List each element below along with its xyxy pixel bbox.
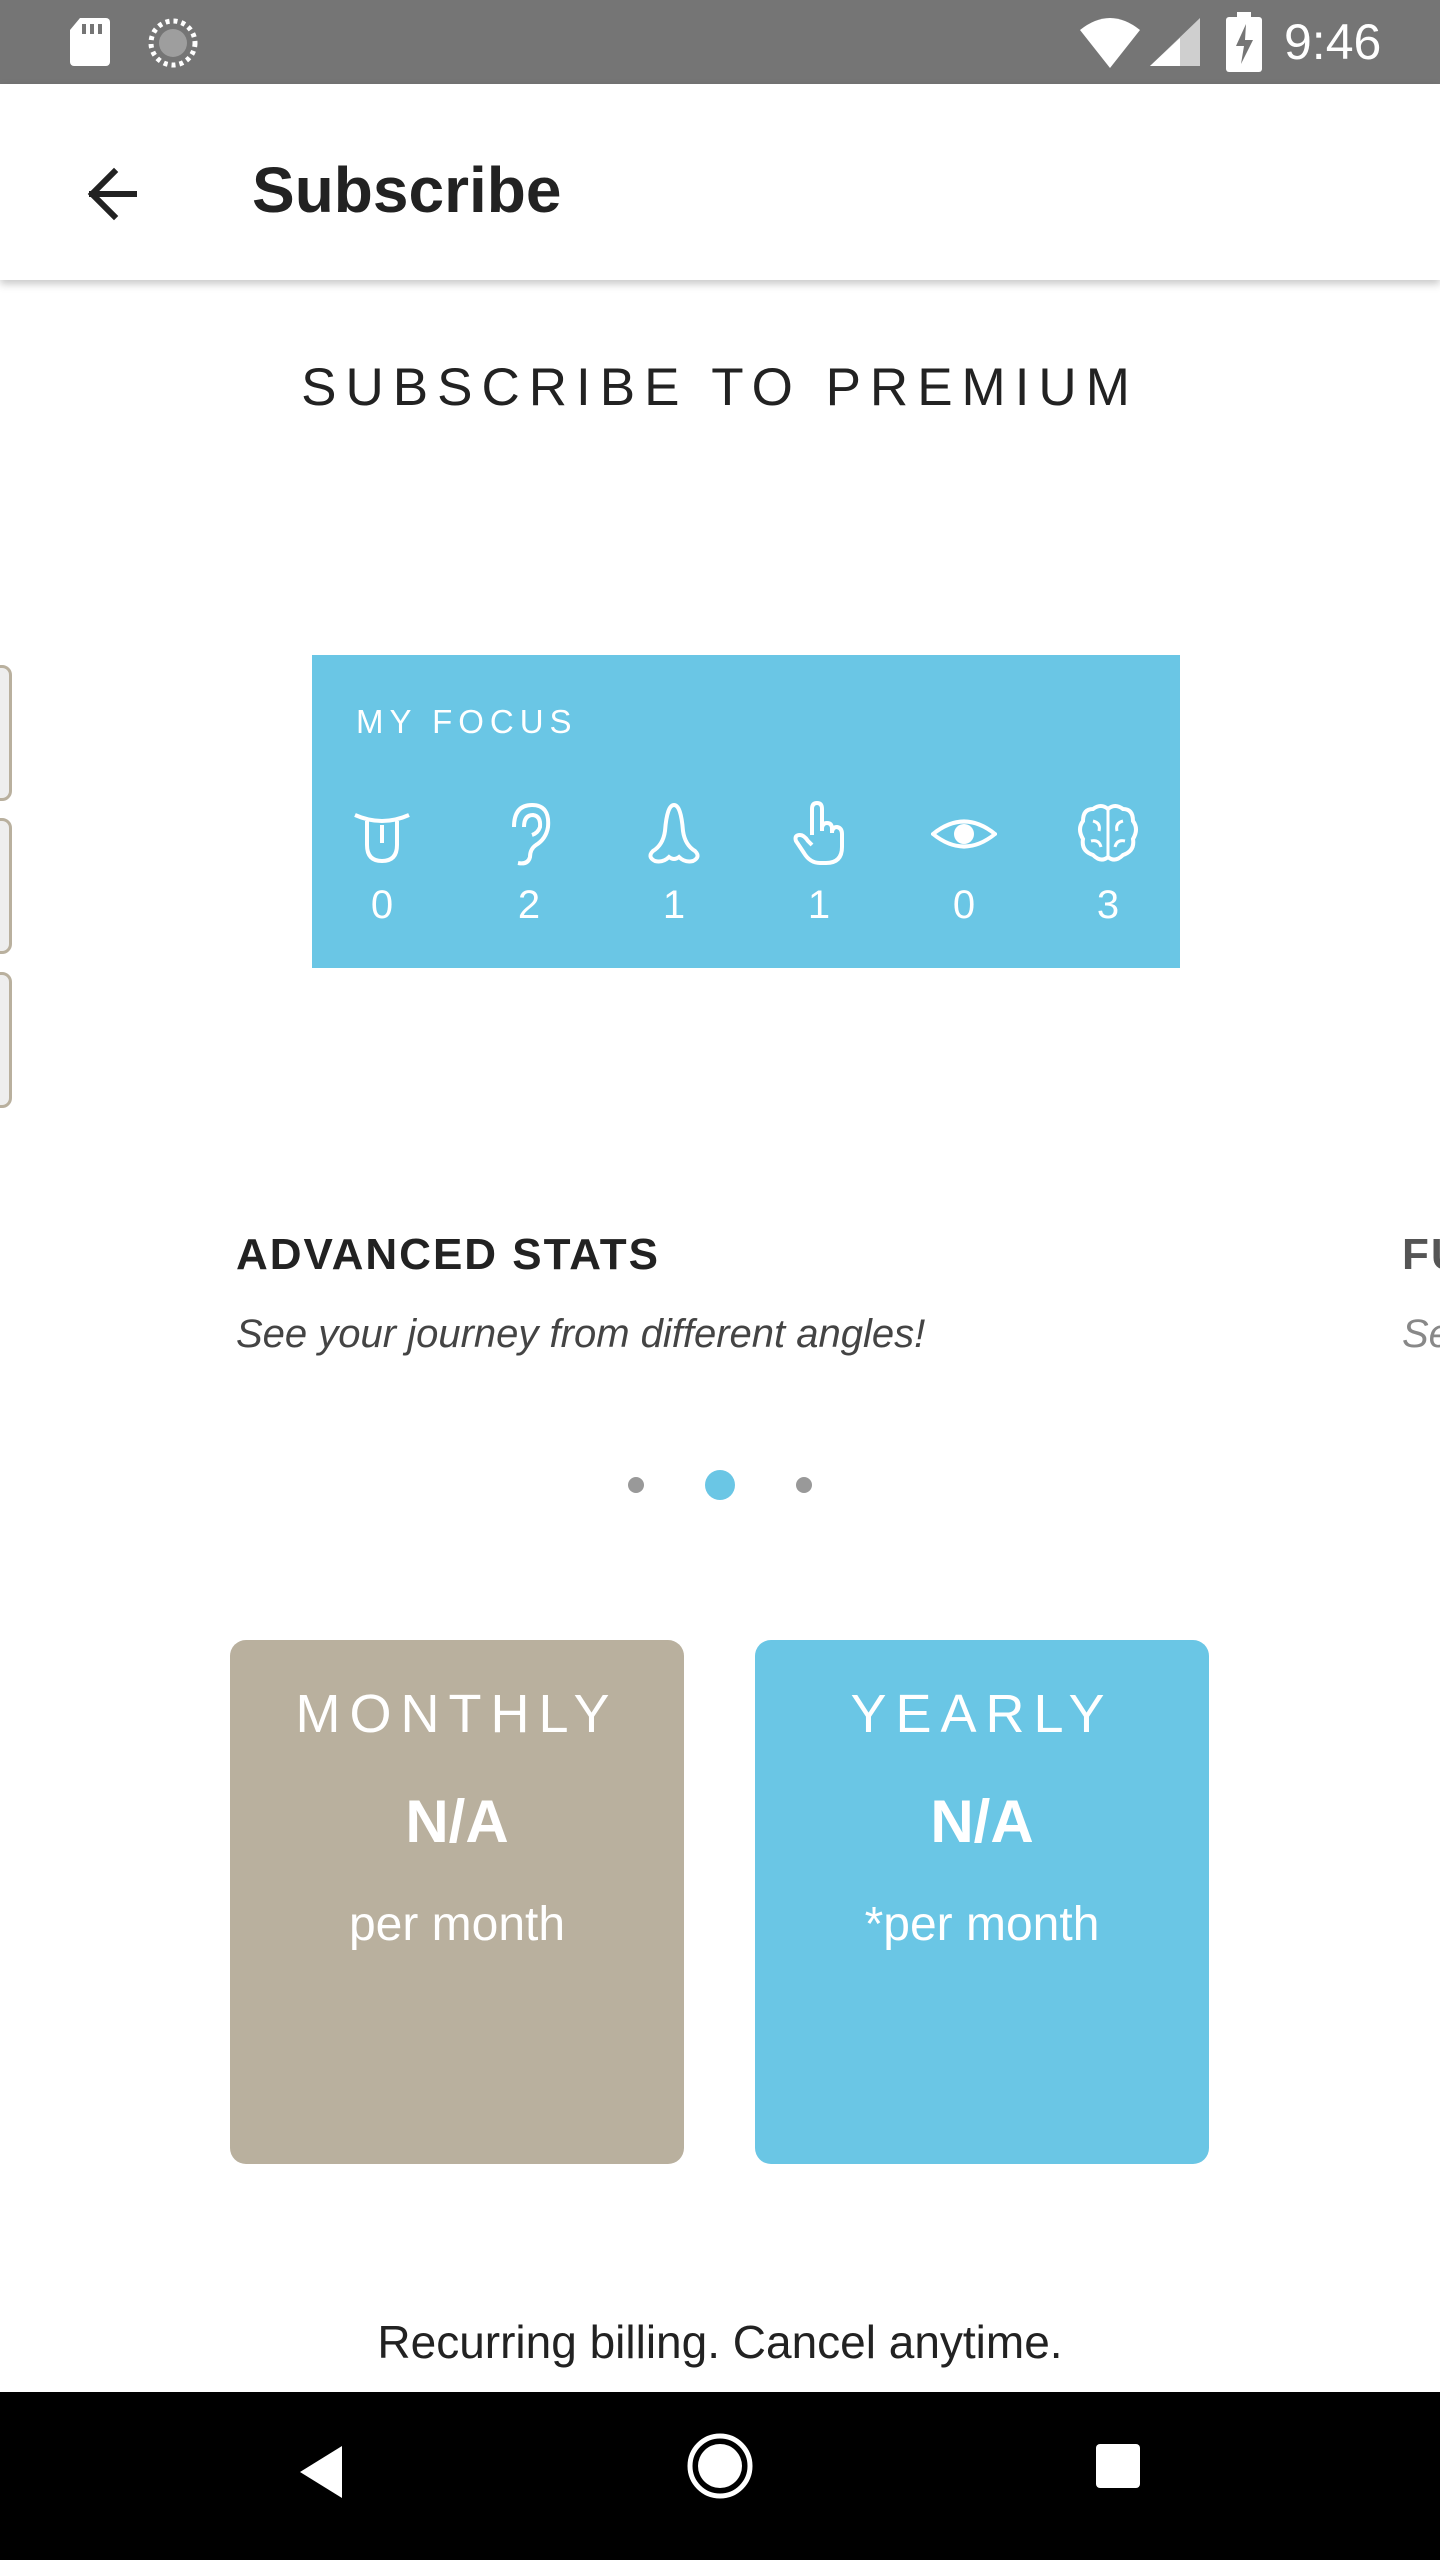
plan-price: N/A [930,1788,1034,1855]
sense-count: 1 [662,883,686,927]
sync-icon [148,18,198,68]
sense-taste: 0 [342,801,422,929]
tongue-icon [354,813,410,864]
feature-title: ADVANCED STATS [236,1230,660,1279]
next-feature-subtitle: Se [1402,1312,1440,1356]
plan-unit: per month [348,1898,566,1951]
focus-card: MY FOCUS 0 2 1 1 0 3 [312,655,1180,968]
billing-note: Recurring billing. Cancel anytime. [377,2316,1063,2368]
carousel-peek-card[interactable] [0,665,12,801]
sense-hearing: 2 [489,801,569,929]
status-time: 9:46 [1284,14,1382,70]
sense-count: 2 [517,883,541,927]
page-title: Subscribe [252,154,562,226]
sense-count: 0 [370,883,394,927]
arrow-back-icon[interactable] [70,150,158,238]
signal-icon [1150,18,1200,66]
nose-icon [648,802,700,864]
pager-dot[interactable] [796,1477,812,1493]
nav-home-icon[interactable] [686,2432,754,2500]
plan-name: YEARLY [850,1684,1114,1744]
nav-back-icon[interactable] [296,2442,346,2502]
sense-sight: 0 [924,801,1004,929]
feature-subtitle: See your journey from different angles! [236,1312,926,1356]
app-bar: Subscribe [0,84,1440,280]
focus-card-title: MY FOCUS [356,703,578,740]
pager-dot-active[interactable] [705,1470,735,1500]
navigation-bar [0,2392,1440,2560]
ear-icon [512,802,551,866]
sense-count: 1 [807,883,831,927]
brain-icon [1078,804,1138,862]
sense-count: 3 [1096,883,1120,927]
next-feature-title: FU [1402,1230,1440,1279]
status-bar: 9:46 [0,0,1440,84]
hand-pointer-icon [793,801,844,865]
battery-charging-icon [1226,12,1262,72]
pager-dot[interactable] [628,1477,644,1493]
sd-card-icon [70,18,110,66]
eye-icon [931,819,997,849]
plan-price: N/A [405,1788,509,1855]
wifi-icon [1080,18,1140,68]
carousel-peek-card[interactable] [0,818,12,954]
sense-touch: 1 [779,801,859,929]
headline: SUBSCRIBE TO PREMIUM [301,358,1139,417]
plan-name: MONTHLY [295,1684,619,1744]
nav-recents-icon[interactable] [1096,2444,1140,2488]
sense-smell: 1 [634,801,714,929]
yearly-plan-button[interactable]: YEARLY N/A *per month [755,1640,1209,2164]
sense-mind: 3 [1068,801,1148,929]
carousel-peek-card[interactable] [0,972,12,1108]
sense-count: 0 [952,883,976,927]
plan-unit: *per month [864,1898,1100,1951]
monthly-plan-button[interactable]: MONTHLY N/A per month [230,1640,684,2164]
